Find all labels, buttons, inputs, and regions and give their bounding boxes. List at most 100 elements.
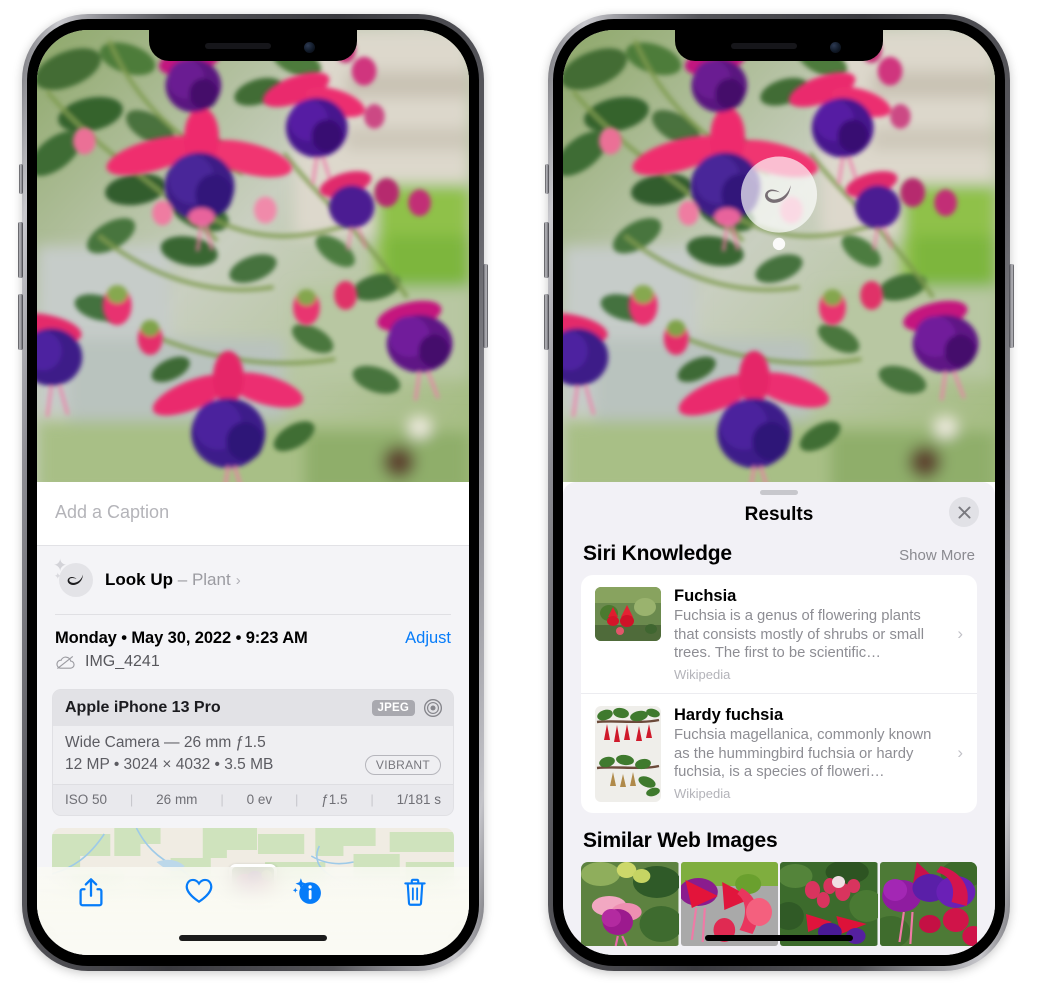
- knowledge-card-fuchsia[interactable]: Fuchsia Fuchsia is a genus of flowering …: [581, 575, 977, 693]
- speaker-grille: [731, 42, 797, 49]
- icloud-slash-icon: [56, 655, 75, 669]
- lens-info: Wide Camera — 26 mm ƒ1.5: [65, 734, 266, 751]
- web-image-4-thumb: [879, 861, 977, 946]
- notch: [149, 30, 357, 61]
- datetime-block: Monday • May 30, 2022 • 9:23 AM Adjust I…: [37, 615, 469, 681]
- leaf-icon: [59, 563, 93, 597]
- web-image-2-thumb: [680, 861, 778, 946]
- heart-icon: [185, 878, 213, 904]
- format-chip: JPEG: [371, 700, 415, 716]
- exif-stat-ev: 0 ev: [246, 792, 273, 807]
- stat-separator: |: [370, 792, 374, 807]
- fuchsia-photo: [563, 30, 995, 482]
- volume-up-button[interactable]: [18, 222, 23, 278]
- device-bezel: Add a Caption ✦ ✦ Look Up – Plant › Mond…: [27, 19, 479, 966]
- knowledge-card-description: Fuchsia magellanica, commonly known as t…: [674, 726, 932, 781]
- fuchsia-thumb-image: [595, 587, 661, 641]
- similar-web-images-header: Similar Web Images: [563, 813, 995, 862]
- volume-down-button[interactable]: [18, 294, 23, 350]
- speaker-grille: [205, 42, 271, 49]
- look-up-row[interactable]: ✦ ✦ Look Up – Plant ›: [37, 546, 469, 614]
- results-header: Results: [563, 495, 995, 540]
- knowledge-card-title: Fuchsia: [674, 587, 737, 605]
- exif-size-row: 12 MP • 3024 × 4032 • 3.5 MB VIBRANT: [65, 755, 441, 775]
- knowledge-card-list: Fuchsia Fuchsia is a genus of flowering …: [581, 575, 977, 813]
- exif-header: Apple iPhone 13 Pro JPEG: [53, 690, 453, 726]
- lens-icon: [423, 698, 443, 718]
- stat-separator: |: [294, 792, 299, 807]
- power-button[interactable]: [1009, 264, 1014, 348]
- home-indicator[interactable]: [705, 935, 853, 941]
- front-camera: [304, 42, 315, 53]
- share-icon: [79, 878, 103, 907]
- phone-device-left: Add a Caption ✦ ✦ Look Up – Plant › Mond…: [18, 14, 488, 971]
- siri-knowledge-title: Siri Knowledge: [583, 542, 732, 565]
- home-indicator[interactable]: [179, 935, 327, 941]
- exif-stat-iso: ISO 50: [65, 792, 108, 807]
- exif-stat-focal: 26 mm: [156, 792, 198, 807]
- screen-right: Results Siri Knowledge Show More Fuchsia…: [563, 30, 995, 955]
- look-up-title: Look Up: [105, 570, 173, 589]
- volume-down-button[interactable]: [544, 294, 549, 350]
- web-image-1-thumb: [581, 861, 679, 946]
- knowledge-card-source: Wikipedia: [674, 785, 731, 801]
- file-size-info: 12 MP • 3024 × 4032 • 3.5 MB: [65, 756, 274, 773]
- caption-input[interactable]: Add a Caption: [37, 482, 469, 546]
- exif-card[interactable]: Apple iPhone 13 Pro JPEG Wide Camera — 2…: [52, 689, 454, 816]
- knowledge-thumbnail: [595, 705, 661, 802]
- chevron-right-icon: ›: [957, 743, 963, 763]
- phone-device-right: Results Siri Knowledge Show More Fuchsia…: [544, 14, 1014, 971]
- adjust-button[interactable]: Adjust: [405, 629, 451, 648]
- knowledge-card-source: Wikipedia: [674, 666, 731, 682]
- info-sparkle-icon: [292, 878, 321, 904]
- stat-separator: |: [129, 792, 134, 807]
- share-button[interactable]: [61, 877, 121, 908]
- hardy-fuchsia-thumb-image: [595, 705, 661, 802]
- exif-stats-row: ISO 50 | 26 mm | 0 ev | ƒ1.5 | 1/181 s: [53, 784, 453, 815]
- filename-row: IMG_4241: [55, 653, 451, 671]
- visual-lookup-results-sheet: Results Siri Knowledge Show More Fuchsia…: [563, 482, 995, 955]
- screen-left: Add a Caption ✦ ✦ Look Up – Plant › Mond…: [37, 30, 469, 955]
- similar-web-images-title: Similar Web Images: [583, 828, 778, 852]
- filename-text: IMG_4241: [85, 653, 160, 670]
- chevron-right-icon: ›: [957, 623, 963, 643]
- knowledge-card-text: Fuchsia Fuchsia is a genus of flowering …: [674, 587, 965, 682]
- web-image-3[interactable]: [780, 861, 878, 946]
- mute-switch[interactable]: [19, 164, 23, 194]
- notch: [675, 30, 883, 61]
- show-more-button[interactable]: Show More: [899, 547, 975, 564]
- fuchsia-photo: [37, 30, 469, 482]
- web-image-2[interactable]: [680, 861, 778, 946]
- knowledge-card-hardy-fuchsia[interactable]: Hardy fuchsia Fuchsia magellanica, commo…: [581, 692, 977, 813]
- exif-stat-shutter: 1/181 s: [396, 792, 441, 807]
- similar-web-images-row: [563, 861, 995, 946]
- delete-button[interactable]: [385, 877, 445, 907]
- web-image-1[interactable]: [581, 861, 679, 946]
- device-bezel: Results Siri Knowledge Show More Fuchsia…: [553, 19, 1005, 966]
- look-up-dash: –: [177, 570, 188, 589]
- siri-knowledge-header: Siri Knowledge Show More: [563, 540, 995, 575]
- photo-info-sheet: Add a Caption ✦ ✦ Look Up – Plant › Mond…: [37, 482, 469, 955]
- chevron-right-icon: ›: [235, 571, 241, 589]
- trash-icon: [404, 878, 426, 906]
- photo-toolbar: [37, 867, 469, 955]
- web-image-3-thumb: [780, 861, 878, 946]
- photo-viewer[interactable]: [37, 30, 469, 482]
- volume-up-button[interactable]: [544, 222, 549, 278]
- front-camera: [830, 42, 841, 53]
- close-button[interactable]: [949, 497, 979, 527]
- favorite-button[interactable]: [169, 877, 229, 904]
- knowledge-thumbnail: [595, 587, 661, 641]
- knowledge-card-description: Fuchsia is a genus of flowering plants t…: [674, 608, 924, 662]
- web-image-4[interactable]: [879, 861, 977, 946]
- photo-viewer[interactable]: [563, 30, 995, 482]
- photo-datetime: Monday • May 30, 2022 • 9:23 AM: [55, 629, 308, 647]
- datetime-row: Monday • May 30, 2022 • 9:23 AM Adjust: [55, 629, 451, 648]
- stat-separator: |: [220, 792, 224, 807]
- knowledge-card-title: Hardy fuchsia: [674, 705, 784, 724]
- info-button[interactable]: [277, 877, 337, 906]
- look-up-icon-wrap: ✦ ✦: [53, 557, 97, 600]
- power-button[interactable]: [483, 264, 488, 348]
- exif-header-right: JPEG: [371, 698, 443, 718]
- mute-switch[interactable]: [545, 164, 549, 194]
